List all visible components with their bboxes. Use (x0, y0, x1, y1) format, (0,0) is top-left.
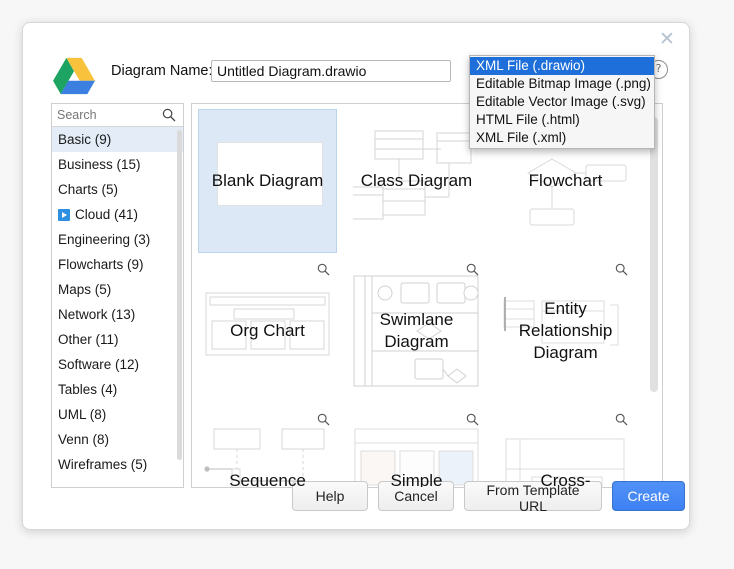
zoom-icon[interactable] (466, 413, 479, 426)
dropdown-option-svg[interactable]: Editable Vector Image (.svg) (470, 93, 654, 111)
zoom-icon[interactable] (317, 263, 330, 276)
search-icon[interactable] (162, 108, 176, 122)
sidebar-item-label: Engineering (3) (58, 232, 151, 247)
search-input[interactable] (52, 104, 160, 125)
template-tile-swimlane-diagram[interactable]: Swimlane Diagram (347, 259, 486, 403)
category-list: Basic (9) Business (15) Charts (5) Cloud… (52, 127, 183, 487)
sidebar-item-label: Network (13) (58, 307, 136, 322)
search-row (52, 104, 183, 127)
dropdown-option-xml[interactable]: XML File (.xml) (470, 129, 654, 147)
template-scrollbar[interactable] (648, 105, 661, 486)
category-panel: Basic (9) Business (15) Charts (5) Cloud… (51, 103, 184, 488)
template-grid: Blank Diagram Class Diagram Flowchart Or… (191, 103, 663, 488)
sidebar-item-wireframes[interactable]: Wireframes (5) (52, 452, 183, 477)
template-tile-entity-relationship-diagram[interactable]: Entity Relationship Diagram (496, 259, 635, 403)
zoom-icon[interactable] (615, 413, 628, 426)
zoom-icon[interactable] (317, 413, 330, 426)
sidebar-item-uml[interactable]: UML (8) (52, 402, 183, 427)
expand-icon[interactable] (58, 209, 70, 221)
google-drive-logo (53, 57, 95, 95)
create-button[interactable]: Create (612, 481, 685, 511)
sidebar-item-flowcharts[interactable]: Flowcharts (9) (52, 252, 183, 277)
sidebar-item-label: Wireframes (5) (58, 457, 148, 472)
dropdown-option-drawio[interactable]: XML File (.drawio) (470, 57, 654, 75)
sidebar-item-venn[interactable]: Venn (8) (52, 427, 183, 452)
sidebar-item-label: UML (8) (58, 407, 107, 422)
dropdown-option-html[interactable]: HTML File (.html) (470, 111, 654, 129)
sidebar-item-label: Venn (8) (58, 432, 110, 447)
diagram-name-label: Diagram Name: (111, 63, 213, 79)
template-tile-cross-functional[interactable]: Cross- (496, 409, 635, 487)
sequence-diagram-thumbnail (204, 428, 325, 487)
sidebar-item-business[interactable]: Business (15) (52, 152, 183, 177)
template-tile-sequence[interactable]: Sequence (198, 409, 337, 487)
sidebar-item-label: Software (12) (58, 357, 140, 372)
diagram-name-input[interactable] (211, 60, 451, 82)
simple-thumbnail (354, 428, 479, 487)
template-scrollbar-thumb[interactable] (650, 117, 658, 392)
sidebar-item-engineering[interactable]: Engineering (3) (52, 227, 183, 252)
category-scrollbar[interactable] (177, 130, 182, 460)
template-tile-org-chart[interactable]: Org Chart (198, 259, 337, 403)
screen: ✕ Diagram Name: XML File (.drawio) ? XML… (0, 0, 734, 569)
template-tile-class-diagram[interactable]: Class Diagram (347, 109, 486, 253)
blank-thumbnail (217, 142, 323, 206)
sidebar-item-tables[interactable]: Tables (4) (52, 377, 183, 402)
zoom-icon[interactable] (615, 263, 628, 276)
swimlane-diagram-thumbnail (353, 275, 479, 387)
template-tile-simple[interactable]: Simple (347, 409, 486, 487)
dialog-footer: Help Cancel From Template URL Create (23, 481, 689, 514)
sidebar-item-software[interactable]: Software (12) (52, 352, 183, 377)
sidebar-item-basic[interactable]: Basic (9) (52, 127, 183, 152)
entity-relationship-thumbnail (503, 297, 619, 346)
sidebar-item-network[interactable]: Network (13) (52, 302, 183, 327)
sidebar-item-maps[interactable]: Maps (5) (52, 277, 183, 302)
template-tile-blank-diagram[interactable]: Blank Diagram (198, 109, 337, 253)
sidebar-item-label: Basic (9) (58, 132, 112, 147)
new-diagram-dialog: ✕ Diagram Name: XML File (.drawio) ? XML… (22, 22, 690, 530)
zoom-icon[interactable] (466, 263, 479, 276)
file-format-dropdown-menu[interactable]: XML File (.drawio) Editable Bitmap Image… (469, 55, 655, 149)
dropdown-option-png[interactable]: Editable Bitmap Image (.png) (470, 75, 654, 93)
cancel-button[interactable]: Cancel (378, 481, 454, 511)
sidebar-item-label: Charts (5) (58, 182, 119, 197)
sidebar-item-label: Other (11) (58, 332, 119, 347)
sidebar-item-other[interactable]: Other (11) (52, 327, 183, 352)
sidebar-item-label: Cloud (41) (75, 207, 139, 222)
close-icon[interactable]: ✕ (656, 28, 678, 50)
sidebar-item-charts[interactable]: Charts (5) (52, 177, 183, 202)
sidebar-item-cloud[interactable]: Cloud (41) (52, 202, 183, 227)
from-template-url-button[interactable]: From Template URL (464, 481, 602, 514)
org-chart-thumbnail (205, 292, 330, 356)
sidebar-item-label: Business (15) (58, 157, 141, 172)
sidebar-item-label: Maps (5) (58, 282, 112, 297)
help-button[interactable]: Help (292, 481, 368, 511)
sidebar-item-label: Tables (4) (58, 382, 118, 397)
class-diagram-thumbnail (353, 130, 472, 220)
sidebar-item-label: Flowcharts (9) (58, 257, 144, 272)
cross-functional-thumbnail (505, 438, 625, 487)
